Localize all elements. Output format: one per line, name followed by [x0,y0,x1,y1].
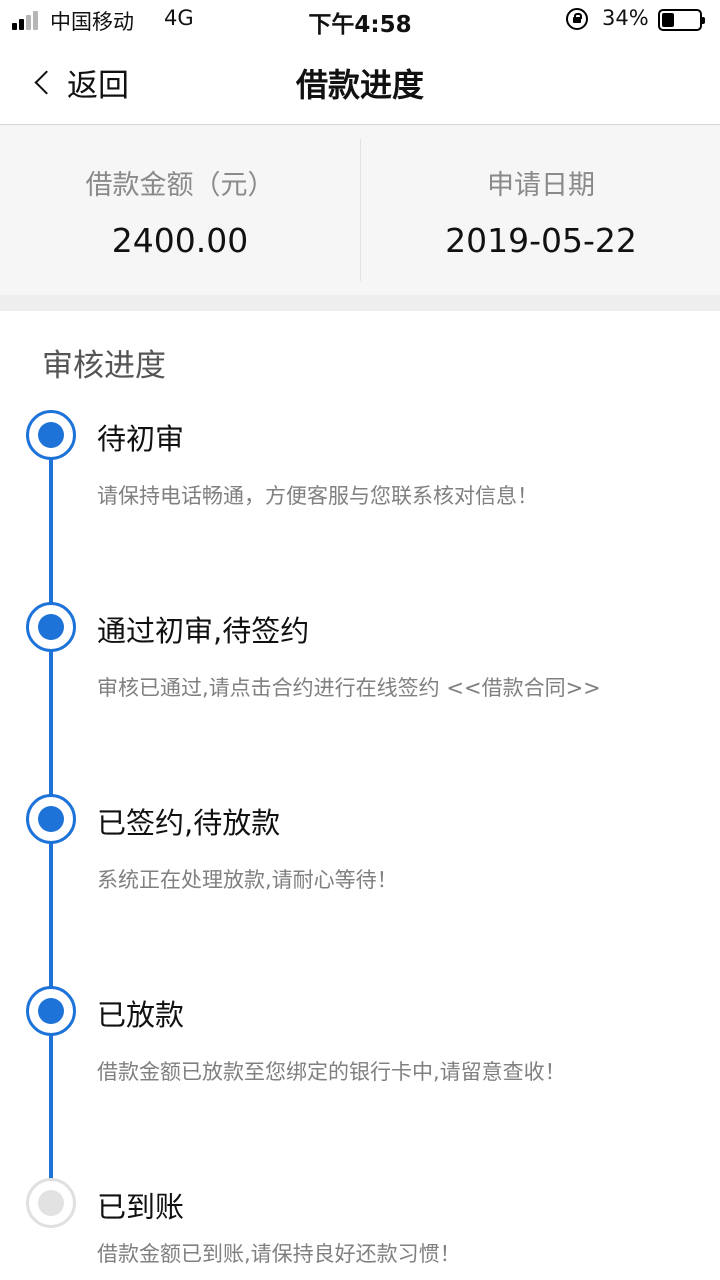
rotation-lock-icon [566,8,588,30]
step-description: 审核已通过,请点击合约进行在线签约 <<借款合同>> [97,672,601,702]
step-status-icon [26,410,76,460]
amount-block: 借款金额（元） 2400.00 [0,125,360,295]
step-title: 已放款 [97,998,185,1032]
step-title: 已签约,待放款 [97,806,281,840]
progress-section-title: 审核进度 [42,348,166,384]
step-title: 已到账 [97,1190,185,1224]
step-description: 借款金额已到账,请保持良好还款习惯！ [97,1242,461,1266]
battery-icon [658,9,705,31]
loan-contract-link[interactable]: <<借款合同>> [446,676,600,700]
battery-percent: 34% [602,6,649,30]
loan-summary: 借款金额（元） 2400.00 申请日期 2019-05-22 [0,125,720,295]
step-description-text: 审核已通过,请点击合约进行在线签约 [97,676,440,700]
step-status-icon [26,986,76,1036]
date-block: 申请日期 2019-05-22 [361,125,720,295]
section-separator [0,295,720,311]
step-status-icon [26,794,76,844]
date-label: 申请日期 [487,170,595,201]
step-status-icon [26,602,76,652]
step-description: 借款金额已放款至您绑定的银行卡中,请留意查收！ [97,1060,566,1084]
step-description: 系统正在处理放款,请耐心等待！ [97,868,398,892]
step-pending-icon [26,1178,76,1228]
step-title: 待初审 [97,422,185,456]
step-title: 通过初审,待签约 [97,614,310,648]
page-title: 借款进度 [295,66,424,104]
amount-value: 2400.00 [111,221,249,260]
nav-bar: 返回 借款进度 [0,40,720,125]
amount-label: 借款金额（元） [85,170,275,201]
status-bar: 中国移动 4G 下午4:58 34% [0,0,720,40]
step-description: 请保持电话畅通，方便客服与您联系核对信息！ [97,484,538,508]
date-value: 2019-05-22 [445,221,637,260]
